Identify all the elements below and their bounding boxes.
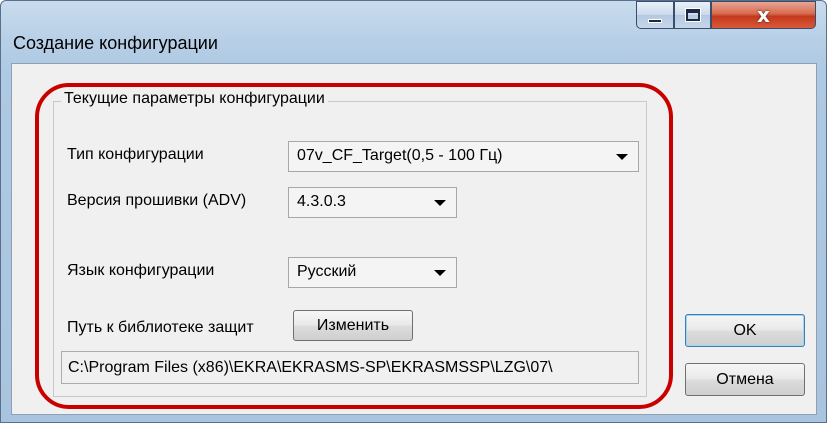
- firmware-version-value: 4.3.0.3: [297, 193, 346, 210]
- close-button[interactable]: x: [711, 1, 816, 29]
- config-language-label: Язык конфигурации: [67, 262, 215, 279]
- cancel-button[interactable]: Отмена: [685, 363, 805, 396]
- minimize-button[interactable]: [636, 1, 674, 29]
- config-type-label: Тип конфигурации: [67, 146, 204, 163]
- firmware-version-dropdown[interactable]: 4.3.0.3: [288, 187, 457, 218]
- firmware-version-label: Версия прошивки (ADV): [67, 192, 247, 209]
- change-path-button[interactable]: Изменить: [293, 310, 413, 341]
- library-path-label: Путь к библиотеке защит: [67, 319, 254, 336]
- dialog-window: Создание конфигурации x Текущие параметр…: [0, 0, 827, 423]
- window-title: Создание конфигурации: [13, 33, 218, 53]
- ok-button[interactable]: OK: [685, 314, 805, 347]
- title-bar[interactable]: Создание конфигурации x: [1, 1, 826, 63]
- maximize-icon: [685, 8, 701, 22]
- groupbox-title: Текущие параметры конфигурации: [61, 90, 328, 108]
- config-type-dropdown[interactable]: 07v_CF_Target(0,5 - 100 Гц): [288, 141, 639, 172]
- config-type-value: 07v_CF_Target(0,5 - 100 Гц): [297, 147, 503, 164]
- library-path-field[interactable]: C:\Program Files (x86)\EKRA\EKRASMS-SP\E…: [61, 351, 639, 384]
- minimize-icon: [648, 19, 662, 23]
- close-icon: x: [757, 3, 770, 27]
- config-language-value: Русский: [297, 263, 357, 280]
- dropdown-arrow-icon: [616, 154, 628, 160]
- library-path-value: C:\Program Files (x86)\EKRA\EKRASMS-SP\E…: [68, 359, 553, 376]
- dropdown-arrow-icon: [434, 200, 446, 206]
- config-language-dropdown[interactable]: Русский: [288, 257, 457, 288]
- maximize-button[interactable]: [674, 1, 711, 29]
- dropdown-arrow-icon: [434, 270, 446, 276]
